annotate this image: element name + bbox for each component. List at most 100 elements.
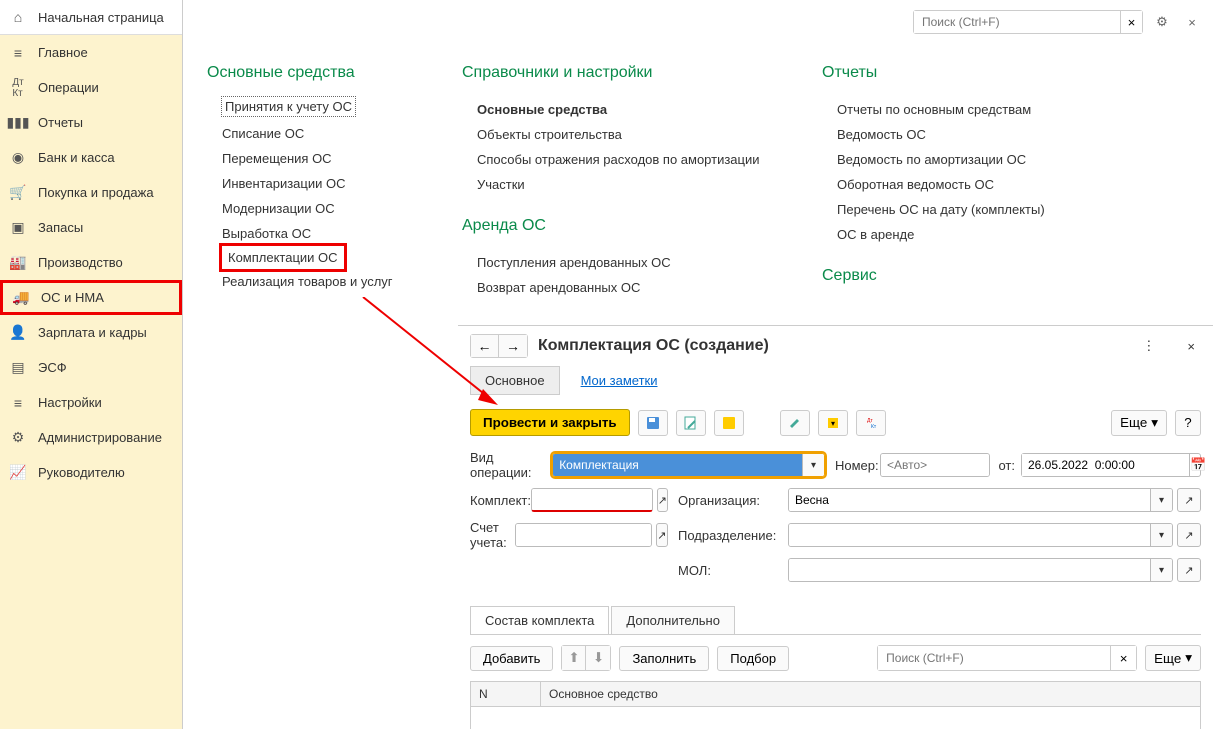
- calendar-icon[interactable]: 📅: [1189, 454, 1206, 476]
- link-rent-in[interactable]: Поступления арендованных ОС: [477, 250, 792, 275]
- settings-icon-btn[interactable]: ⚙: [1151, 11, 1173, 33]
- link-output-os[interactable]: Выработка ОС: [222, 221, 432, 246]
- link-modernize-os[interactable]: Модернизации ОС: [222, 196, 432, 221]
- move-buttons: ⬆ ⬇: [561, 645, 611, 671]
- close-section-btn[interactable]: ×: [1181, 11, 1203, 33]
- link-os-reports[interactable]: Отчеты по основным средствам: [837, 97, 1102, 122]
- more-button[interactable]: Еще▾: [1111, 410, 1167, 436]
- sidebar-item-salary[interactable]: 👤 Зарплата и кадры: [0, 315, 182, 350]
- note-button[interactable]: [714, 410, 744, 436]
- link-os-rented[interactable]: ОС в аренде: [837, 222, 1102, 247]
- sidebar-item-operations[interactable]: ДтКт Операции: [0, 70, 182, 105]
- modal-toolbar: Провести и закрыть ▾ ДтКт Еще▾ ?: [458, 395, 1213, 446]
- link-amort-ledger[interactable]: Ведомость по амортизации ОС: [837, 147, 1102, 172]
- link-rent-return[interactable]: Возврат арендованных ОС: [477, 275, 792, 300]
- label-account: Счет учета:: [470, 520, 515, 550]
- kit-input[interactable]: [532, 489, 653, 510]
- link-os-list-date[interactable]: Перечень ОС на дату (комплекты): [837, 197, 1102, 222]
- dropdown-icon[interactable]: ▾: [1150, 524, 1172, 546]
- kebab-icon[interactable]: ⋮: [1136, 338, 1161, 354]
- grid-header: N Основное средство: [471, 682, 1200, 707]
- sidebar: ⌂ Начальная страница ≡ Главное ДтКт Опер…: [0, 0, 183, 729]
- link-construction[interactable]: Объекты строительства: [477, 122, 792, 147]
- modal-tabs: Основное Мои заметки: [458, 366, 1213, 395]
- sidebar-item-production[interactable]: 🏭 Производство: [0, 245, 182, 280]
- link-amort-methods[interactable]: Способы отражения расходов по амортизаци…: [477, 147, 792, 172]
- help-button[interactable]: ?: [1175, 410, 1201, 436]
- sidebar-label: Руководителю: [38, 465, 125, 480]
- inner-tab-additional[interactable]: Дополнительно: [611, 606, 735, 634]
- grid-body[interactable]: [471, 707, 1200, 729]
- sidebar-item-manager[interactable]: 📈 Руководителю: [0, 455, 182, 490]
- tab-notes[interactable]: Мои заметки: [566, 366, 673, 395]
- dt-kt-button[interactable]: ДтКт: [856, 410, 886, 436]
- link-os-ledger[interactable]: Ведомость ОС: [837, 122, 1102, 147]
- sidebar-label: Операции: [38, 80, 99, 95]
- section-os: Основные средства Принятия к учету ОС Сп…: [207, 64, 432, 300]
- link-inventory-os[interactable]: Инвентаризации ОС: [222, 171, 432, 196]
- sidebar-item-os-nma[interactable]: 🚚 ОС и НМА: [0, 280, 182, 315]
- sidebar-item-buy-sell[interactable]: 🛒 Покупка и продажа: [0, 175, 182, 210]
- sidebar-home[interactable]: ⌂ Начальная страница: [0, 0, 182, 35]
- dropdown-icon[interactable]: ▾: [1150, 489, 1172, 511]
- subsection-title: Сервис: [822, 267, 1102, 285]
- sidebar-item-bank[interactable]: ◉ Банк и касса: [0, 140, 182, 175]
- nav-back-btn[interactable]: ←: [471, 335, 499, 357]
- sidebar-item-stock[interactable]: ▣ Запасы: [0, 210, 182, 245]
- sidebar-item-reports[interactable]: ▮▮▮ Отчеты: [0, 105, 182, 140]
- link-writeoff-os[interactable]: Списание ОС: [222, 121, 432, 146]
- form-area: Вид операции: ▾ Номер: от: 📅: [458, 446, 1213, 594]
- account-open-btn[interactable]: ↗: [656, 523, 668, 547]
- dropdown-icon[interactable]: ▾: [802, 454, 824, 476]
- account-input[interactable]: [516, 524, 652, 546]
- move-up-btn[interactable]: ⬆: [562, 646, 586, 670]
- add-button[interactable]: Добавить: [470, 646, 553, 671]
- grid-search-clear[interactable]: ×: [1110, 646, 1136, 670]
- sidebar-label: Отчеты: [38, 115, 83, 130]
- link-move-os[interactable]: Перемещения ОС: [222, 146, 432, 171]
- grid-col-asset[interactable]: Основное средство: [541, 682, 666, 706]
- sidebar-item-main[interactable]: ≡ Главное: [0, 35, 182, 70]
- fill-button[interactable]: Заполнить: [619, 646, 709, 671]
- org-open-btn[interactable]: ↗: [1177, 488, 1201, 512]
- grid-more-button[interactable]: Еще▾: [1145, 645, 1201, 671]
- section-refs: Справочники и настройки Основные средств…: [462, 64, 792, 300]
- dept-open-btn[interactable]: ↗: [1177, 523, 1201, 547]
- link-turnover[interactable]: Оборотная ведомость ОС: [837, 172, 1102, 197]
- sidebar-item-admin[interactable]: ⚙ Администрирование: [0, 420, 182, 455]
- kit-open-btn[interactable]: ↗: [657, 488, 668, 512]
- edit-button[interactable]: [780, 410, 810, 436]
- mol-input[interactable]: [789, 559, 1150, 581]
- pick-button[interactable]: Подбор: [717, 646, 789, 671]
- mol-open-btn[interactable]: ↗: [1177, 558, 1201, 582]
- inner-tab-composition[interactable]: Состав комплекта: [470, 606, 609, 634]
- link-main-assets[interactable]: Основные средства: [477, 97, 792, 122]
- op-type-input[interactable]: [553, 454, 802, 476]
- dropdown-icon[interactable]: ▾: [1150, 559, 1172, 581]
- post-button[interactable]: [676, 410, 706, 436]
- sidebar-label: Зарплата и кадры: [38, 325, 147, 340]
- number-input[interactable]: [881, 454, 990, 476]
- save-button[interactable]: [638, 410, 668, 436]
- grid-col-n[interactable]: N: [471, 682, 541, 706]
- sidebar-item-esf[interactable]: ▤ ЭСФ: [0, 350, 182, 385]
- move-down-btn[interactable]: ⬇: [586, 646, 610, 670]
- dept-input[interactable]: [789, 524, 1150, 546]
- sidebar-item-settings[interactable]: ≡ Настройки: [0, 385, 182, 420]
- link-plots[interactable]: Участки: [477, 172, 792, 197]
- nav-fwd-btn[interactable]: →: [499, 335, 527, 357]
- operations-icon: ДтКт: [10, 80, 26, 96]
- grid-search-input[interactable]: [878, 646, 1110, 670]
- tab-main[interactable]: Основное: [470, 366, 560, 395]
- global-search-clear[interactable]: ×: [1120, 11, 1142, 33]
- link-complectation-os[interactable]: Комплектации ОС: [222, 246, 344, 269]
- org-input[interactable]: [789, 489, 1150, 511]
- create-based-button[interactable]: ▾: [818, 410, 848, 436]
- date-input[interactable]: [1022, 454, 1189, 476]
- link-accept-os[interactable]: Принятия к учету ОС: [222, 97, 355, 116]
- nav-buttons: ← →: [470, 334, 528, 358]
- global-search-input[interactable]: [914, 11, 1120, 33]
- close-icon[interactable]: ×: [1181, 339, 1201, 354]
- link-realization[interactable]: Реализация товаров и услуг: [222, 269, 432, 294]
- post-close-button[interactable]: Провести и закрыть: [470, 409, 630, 436]
